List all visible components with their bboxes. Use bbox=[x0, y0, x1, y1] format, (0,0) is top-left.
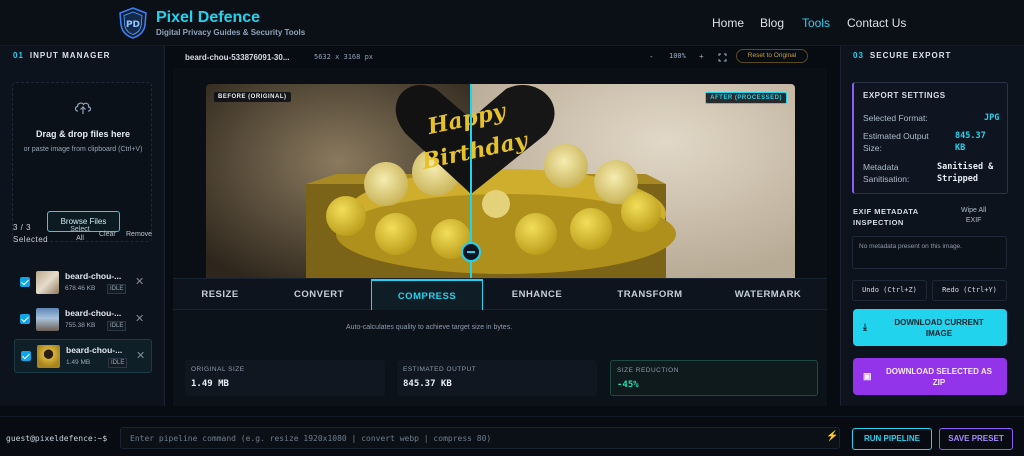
file-name: beard-chou-... bbox=[65, 271, 122, 281]
file-size: 755.38 KB bbox=[65, 322, 96, 329]
svg-text:PD: PD bbox=[126, 20, 140, 30]
tab-compress[interactable]: COMPRESS bbox=[371, 279, 483, 310]
output-size-value: 845.37 KB bbox=[955, 131, 986, 153]
tab-resize[interactable]: RESIZE bbox=[173, 279, 267, 310]
zoom-in-button[interactable]: + bbox=[699, 52, 704, 61]
select-all-button[interactable]: Select All bbox=[66, 225, 94, 243]
file-list-item-active[interactable]: beard-chou-... 1.49 MB IDLE ✕ bbox=[14, 339, 152, 373]
zoom-out-button[interactable]: - bbox=[650, 52, 653, 61]
current-file-name: beard-chou-533876091-30... bbox=[185, 53, 290, 62]
cake-image: Happy Birthday bbox=[206, 84, 795, 278]
nav-blog[interactable]: Blog bbox=[760, 16, 784, 30]
after-badge: AFTER (PROCESSED) bbox=[705, 92, 787, 104]
download-current-button[interactable]: ⤓ DOWNLOAD CURRENT IMAGE bbox=[853, 309, 1007, 346]
pipeline-command-input[interactable] bbox=[120, 427, 840, 449]
file-status-badge: IDLE bbox=[108, 358, 128, 368]
redo-button[interactable]: Redo (Ctrl+Y) bbox=[932, 280, 1007, 301]
file-thumbnail bbox=[37, 345, 60, 368]
file-size: 678.46 KB bbox=[65, 285, 96, 292]
upload-cloud-icon bbox=[74, 102, 92, 114]
tab-convert[interactable]: CONVERT bbox=[267, 279, 371, 310]
run-pipeline-button[interactable]: RUN PIPELINE bbox=[852, 428, 932, 450]
wipe-exif-button[interactable]: Wipe All EXIF bbox=[961, 206, 986, 226]
undo-button[interactable]: Undo (Ctrl+Z) bbox=[852, 280, 927, 301]
input-manager-title: 01 INPUT MANAGER bbox=[13, 51, 111, 60]
brand-name[interactable]: Pixel Defence bbox=[156, 9, 260, 27]
secure-export-panel: 03 SECURE EXPORT EXPORT SETTINGS Selected… bbox=[840, 46, 1024, 406]
file-size: 1.49 MB bbox=[66, 359, 91, 366]
sanitisation-value: Sanitised & Stripped bbox=[937, 162, 994, 184]
site-header: PD Pixel Defence Digital Privacy Guides … bbox=[0, 0, 1024, 46]
original-size-card: ORIGINAL SIZE 1.49 MB bbox=[185, 360, 385, 396]
export-settings-title: EXPORT SETTINGS bbox=[863, 91, 946, 100]
exif-metadata-box: No metadata present on this image. bbox=[852, 236, 1007, 269]
nav-home[interactable]: Home bbox=[712, 16, 744, 30]
selection-count: 3 / 3 Selected bbox=[13, 223, 49, 244]
brand-tagline: Digital Privacy Guides & Security Tools bbox=[156, 28, 306, 37]
file-list-item[interactable]: beard-chou-... 755.38 KB IDLE ✕ bbox=[14, 303, 152, 337]
compress-hint: Auto-calculates quality to achieve targe… bbox=[346, 324, 513, 331]
compress-settings: Auto-calculates quality to achieve targe… bbox=[173, 310, 827, 406]
zoom-level: 100% bbox=[669, 52, 686, 60]
file-status-badge: IDLE bbox=[107, 321, 127, 331]
remove-file-icon[interactable]: ✕ bbox=[135, 275, 144, 288]
download-zip-button[interactable]: ▣ DOWNLOAD SELECTED AS ZIP bbox=[853, 358, 1007, 395]
dropzone-title: Drag & drop files here bbox=[35, 129, 131, 139]
compare-slider-handle[interactable] bbox=[461, 242, 481, 262]
clear-button[interactable]: Clear bbox=[99, 230, 116, 239]
pipeline-bar: guest@pixeldefence:~$ ⚡ RUN PIPELINE SAV… bbox=[0, 416, 1024, 456]
terminal-prompt: guest@pixeldefence:~$ bbox=[6, 434, 108, 443]
output-size-label: Estimated Output Size: bbox=[863, 131, 929, 153]
tab-enhance[interactable]: ENHANCE bbox=[483, 279, 591, 310]
lightning-icon: ⚡ bbox=[826, 431, 839, 442]
format-label: Selected Format: bbox=[863, 113, 928, 123]
nav-tools[interactable]: Tools bbox=[802, 16, 830, 30]
before-badge: BEFORE (ORIGINAL) bbox=[214, 92, 291, 102]
file-list-item[interactable]: beard-chou-... 678.46 KB IDLE ✕ bbox=[14, 266, 152, 300]
file-thumbnail bbox=[36, 308, 59, 331]
export-settings-card: EXPORT SETTINGS Selected Format: JPG Est… bbox=[852, 82, 1008, 194]
nav-contact[interactable]: Contact Us bbox=[847, 16, 906, 30]
tool-tabs: RESIZE CONVERT COMPRESS ENHANCE TRANSFOR… bbox=[173, 278, 827, 310]
editor-panel: beard-chou-533876091-30... 5632 x 3168 p… bbox=[173, 46, 827, 406]
size-reduction-card: SIZE REDUCTION -45% bbox=[610, 360, 818, 396]
save-preset-button[interactable]: SAVE PRESET bbox=[939, 428, 1013, 450]
archive-icon: ▣ bbox=[863, 371, 872, 381]
file-thumbnail bbox=[36, 271, 59, 294]
image-dimensions: 5632 x 3168 px bbox=[314, 53, 374, 61]
file-checkbox[interactable] bbox=[20, 277, 30, 287]
shield-logo-icon[interactable]: PD bbox=[118, 7, 148, 39]
exif-inspection-title: EXIF METADATA INSPECTION bbox=[853, 207, 919, 227]
exif-empty-message: No metadata present on this image. bbox=[859, 243, 962, 250]
secure-export-title: 03 SECURE EXPORT bbox=[853, 51, 952, 60]
remove-file-icon[interactable]: ✕ bbox=[135, 312, 144, 325]
tab-watermark[interactable]: WATERMARK bbox=[709, 279, 827, 310]
reset-to-original-button[interactable]: Reset to Original bbox=[736, 49, 808, 63]
download-icon: ⤓ bbox=[863, 322, 867, 332]
sanitisation-label: Metadata Sanitisation: bbox=[863, 162, 910, 184]
format-value: JPG bbox=[984, 113, 1000, 123]
input-manager-panel: 01 INPUT MANAGER Drag & drop files here o… bbox=[0, 46, 165, 406]
before-after-preview[interactable]: Happy Birthday BEFORE (ORIGINAL) AFTER (… bbox=[206, 84, 795, 278]
estimated-output-card: ESTIMATED OUTPUT 845.37 KB bbox=[397, 360, 597, 396]
remove-button[interactable]: Remove bbox=[126, 230, 152, 239]
remove-file-icon[interactable]: ✕ bbox=[136, 349, 145, 362]
dropzone-subtitle: or paste image from clipboard (Ctrl+V) bbox=[23, 146, 143, 153]
file-dropzone[interactable]: Drag & drop files here or paste image fr… bbox=[12, 82, 152, 242]
file-status-badge: IDLE bbox=[107, 284, 127, 294]
file-checkbox[interactable] bbox=[21, 351, 31, 361]
file-name: beard-chou-... bbox=[65, 308, 122, 318]
fit-screen-icon[interactable] bbox=[718, 53, 727, 62]
tab-transform[interactable]: TRANSFORM bbox=[591, 279, 709, 310]
file-checkbox[interactable] bbox=[20, 314, 30, 324]
file-name: beard-chou-... bbox=[66, 345, 123, 355]
